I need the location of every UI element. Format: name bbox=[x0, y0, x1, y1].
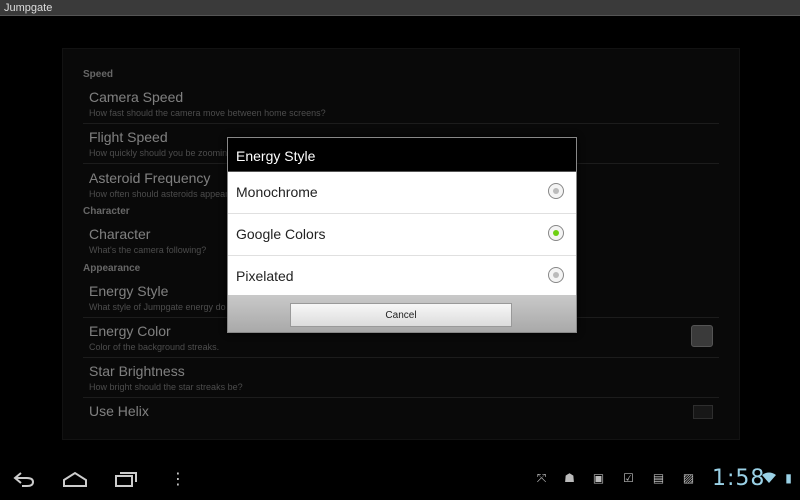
android-icon[interactable]: ☗ bbox=[563, 472, 576, 485]
radio-button[interactable] bbox=[548, 267, 564, 283]
battery-icon: ▮ bbox=[785, 471, 792, 485]
dialog-title: Energy Style bbox=[228, 138, 576, 172]
system-bar: ⋮ ⤧ ☗ ▣ ☑ ▤ ▨ 1:58 ▮ bbox=[0, 460, 800, 500]
cancel-button[interactable]: Cancel bbox=[290, 303, 512, 327]
radio-dot bbox=[553, 188, 559, 194]
radio-button[interactable] bbox=[548, 183, 564, 199]
window-title: Jumpgate bbox=[0, 0, 800, 16]
home-icon[interactable] bbox=[62, 470, 88, 492]
energy-style-dialog: Energy Style Monochrome Google Colors Pi… bbox=[227, 137, 577, 333]
bag-icon[interactable]: ▣ bbox=[592, 472, 605, 485]
recent-apps-icon[interactable] bbox=[114, 470, 138, 492]
menu-icon[interactable]: ⋮ bbox=[170, 470, 186, 490]
option-monochrome[interactable]: Monochrome bbox=[228, 172, 576, 214]
notes-icon[interactable]: ▤ bbox=[652, 472, 665, 485]
radio-button-selected[interactable] bbox=[548, 225, 564, 241]
option-label: Monochrome bbox=[236, 184, 318, 200]
option-pixelated[interactable]: Pixelated bbox=[228, 256, 576, 298]
radio-dot bbox=[553, 272, 559, 278]
wifi-icon[interactable] bbox=[762, 472, 776, 485]
back-icon[interactable] bbox=[12, 470, 36, 492]
dialog-footer: Cancel bbox=[228, 295, 576, 332]
screen-compat-icon[interactable]: ⤧ bbox=[535, 472, 548, 485]
status-clock[interactable]: 1:58 bbox=[712, 466, 765, 491]
radio-dot bbox=[553, 230, 559, 236]
option-label: Pixelated bbox=[236, 268, 294, 284]
checked-bag-icon[interactable]: ☑ bbox=[622, 472, 635, 485]
image-icon[interactable]: ▨ bbox=[682, 472, 695, 485]
option-label: Google Colors bbox=[236, 226, 326, 242]
option-google-colors[interactable]: Google Colors bbox=[228, 214, 576, 256]
